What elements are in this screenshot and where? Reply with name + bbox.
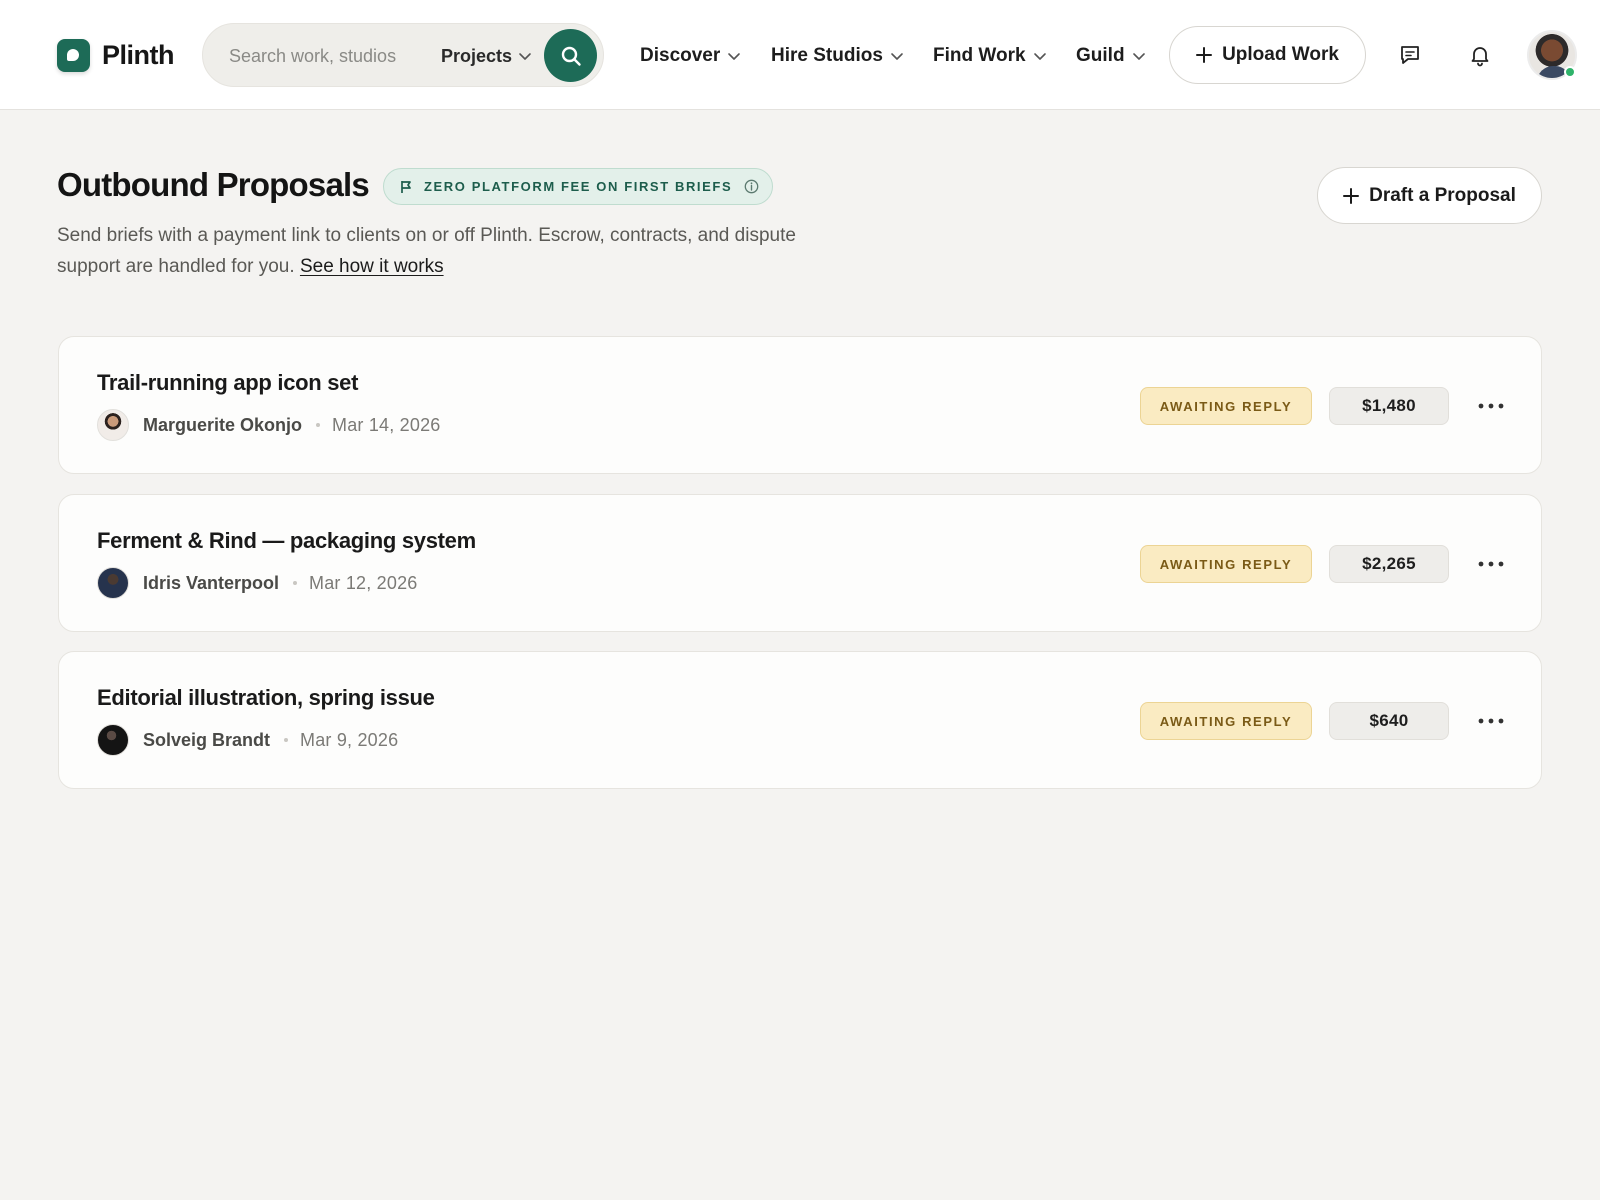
bell-icon — [1471, 47, 1489, 67]
chat-icon — [1401, 46, 1419, 64]
plinth-logo-icon — [57, 38, 90, 72]
notifications-button[interactable] — [1465, 40, 1495, 70]
more-options-button[interactable] — [1473, 392, 1509, 420]
client-name: Idris Vanterpool — [143, 572, 280, 593]
client-name: Solveig Brandt — [143, 729, 271, 750]
proposal-card[interactable]: Ferment & Rind — packaging system Idris … — [58, 494, 1542, 632]
search-input[interactable] — [229, 42, 419, 70]
promo-badge: ZERO PLATFORM FEE ON FIRST BRIEFS — [383, 168, 773, 205]
meta-separator — [316, 423, 321, 427]
proposal-meta: Idris Vanterpool Mar 12, 2026 — [97, 567, 418, 599]
online-status-indicator — [1564, 66, 1576, 78]
proposal-card[interactable]: Trail-running app icon set Marguerite Ok… — [58, 336, 1542, 474]
more-options-button[interactable] — [1473, 550, 1509, 578]
nav-guild-label: Guild — [1076, 45, 1125, 66]
page-description: Send briefs with a payment link to clien… — [57, 220, 857, 282]
amount-badge: $1,480 — [1329, 387, 1449, 425]
proposal-title: Editorial illustration, spring issue — [97, 685, 435, 710]
nav-find-work-label: Find Work — [933, 45, 1026, 66]
amount-badge: $640 — [1329, 702, 1449, 740]
brand-name: Plinth — [102, 39, 175, 70]
search-button[interactable] — [544, 29, 597, 82]
messages-button[interactable] — [1395, 40, 1425, 70]
proposal-date: Mar 9, 2026 — [300, 729, 399, 750]
chevron-down-icon — [728, 53, 741, 60]
chevron-down-icon — [519, 53, 531, 60]
status-badge: AWAITING REPLY — [1140, 387, 1312, 425]
proposal-card[interactable]: Editorial illustration, spring issue Sol… — [58, 651, 1542, 789]
search-bar: Projects — [202, 23, 604, 87]
proposal-date: Mar 14, 2026 — [332, 414, 441, 435]
more-horizontal-icon — [1478, 561, 1504, 567]
info-icon[interactable] — [744, 179, 759, 194]
upload-work-button[interactable]: Upload Work — [1169, 26, 1366, 84]
more-options-button[interactable] — [1473, 707, 1509, 735]
nav-guild[interactable]: Guild — [1076, 43, 1146, 69]
chevron-down-icon — [1132, 53, 1145, 60]
client-avatar — [97, 724, 129, 756]
nav-find-work[interactable]: Find Work — [933, 43, 1047, 69]
amount-badge: $2,265 — [1329, 545, 1449, 583]
plus-icon — [1196, 47, 1213, 63]
nav-discover[interactable]: Discover — [640, 43, 741, 69]
more-horizontal-icon — [1478, 718, 1504, 724]
status-badge: AWAITING REPLY — [1140, 545, 1312, 583]
proposal-title: Trail-running app icon set — [97, 370, 359, 395]
meta-separator — [284, 738, 289, 742]
nav-hire-studios-label: Hire Studios — [771, 45, 883, 66]
top-header: Plinth Projects Discover Hire Studios Fi… — [0, 0, 1600, 110]
chevron-down-icon — [891, 53, 903, 60]
page-title: Outbound Proposals — [57, 166, 370, 203]
chevron-down-icon — [1033, 53, 1046, 60]
flag-icon — [401, 180, 411, 193]
see-how-it-works-link[interactable]: See how it works — [300, 256, 444, 277]
client-avatar — [97, 409, 129, 441]
proposal-title: Ferment & Rind — packaging system — [97, 528, 476, 553]
nav-hire-studios[interactable]: Hire Studios — [771, 43, 904, 69]
proposal-date: Mar 12, 2026 — [309, 572, 418, 593]
client-name: Marguerite Okonjo — [143, 414, 303, 435]
status-badge: AWAITING REPLY — [1140, 702, 1312, 740]
search-scope-dropdown[interactable]: Projects — [441, 44, 532, 68]
client-avatar — [97, 567, 129, 599]
draft-proposal-button[interactable]: Draft a Proposal — [1317, 167, 1542, 224]
proposal-meta: Solveig Brandt Mar 9, 2026 — [97, 724, 398, 756]
proposal-meta: Marguerite Okonjo Mar 14, 2026 — [97, 409, 441, 441]
more-horizontal-icon — [1478, 403, 1504, 409]
brand-logo[interactable]: Plinth — [57, 38, 175, 72]
promo-text: ZERO PLATFORM FEE ON FIRST BRIEFS — [424, 179, 733, 194]
search-icon — [561, 46, 581, 66]
search-scope-label: Projects — [441, 45, 513, 66]
upload-work-label: Upload Work — [1222, 44, 1339, 65]
draft-proposal-label: Draft a Proposal — [1369, 184, 1516, 206]
meta-separator — [293, 581, 298, 585]
nav-discover-label: Discover — [640, 45, 721, 66]
plus-icon — [1343, 187, 1360, 204]
